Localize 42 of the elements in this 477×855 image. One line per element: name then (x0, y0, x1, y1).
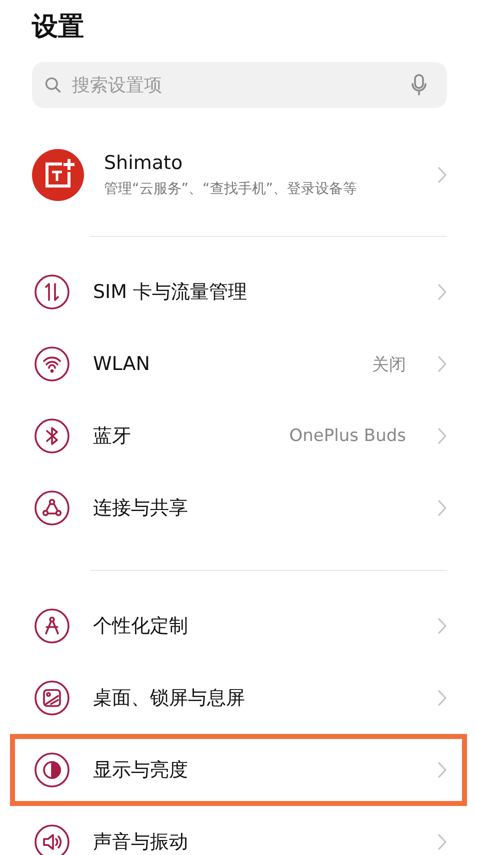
chevron-icon (437, 283, 447, 301)
settings-item[interactable]: SIM 卡与流量管理 (10, 256, 467, 328)
settings-item[interactable]: 连接与共享 (10, 472, 467, 544)
settings-item[interactable]: 桌面、锁屏与息屏 (10, 662, 467, 734)
logo-icon (32, 149, 84, 201)
compass-icon (34, 608, 70, 644)
arrows-icon (34, 274, 70, 310)
item-label: SIM 卡与流量管理 (93, 280, 248, 305)
page-title: 设置 (30, 11, 85, 44)
bluetooth-icon (34, 418, 70, 454)
search-field[interactable]: 搜索设置项 (32, 62, 447, 108)
settings-item[interactable]: 显示与亮度 (10, 734, 467, 806)
chevron-icon (437, 166, 447, 184)
item-value: 关闭 (372, 354, 406, 376)
chevron-icon (437, 355, 447, 373)
settings-item[interactable]: WLAN 关闭 (10, 328, 467, 400)
item-label: 声音与振动 (93, 830, 189, 855)
image-icon (34, 680, 70, 716)
item-label: 连接与共享 (93, 496, 189, 521)
item-label: 显示与亮度 (93, 758, 189, 783)
item-label: WLAN (93, 353, 152, 375)
settings-item[interactable]: 个性化定制 (10, 590, 467, 662)
contrast-icon (34, 752, 70, 788)
item-label: 蓝牙 (93, 424, 132, 449)
item-value: OnePlus Buds (289, 426, 406, 446)
wifi-icon (34, 346, 70, 382)
chevron-icon (437, 689, 447, 707)
speaker-icon (34, 824, 70, 855)
account-name: Shimato (104, 152, 184, 174)
chevron-icon (437, 499, 447, 517)
chevron-icon (437, 617, 447, 635)
item-label: 个性化定制 (93, 614, 189, 639)
settings-item[interactable]: 蓝牙 OnePlus Buds (10, 400, 467, 472)
chevron-icon (437, 427, 447, 445)
account-item[interactable]: Shimato 管理“云服务”、“查找手机”、登录设备等 (32, 140, 447, 210)
chevron-icon (437, 833, 447, 851)
account-subtitle: 管理“云服务”、“查找手机”、登录设备等 (104, 180, 358, 198)
chevron-icon (437, 761, 447, 779)
item-label: 桌面、锁屏与息屏 (93, 686, 246, 711)
settings-item[interactable]: 声音与振动 (10, 806, 467, 855)
share-icon (34, 490, 70, 526)
microphone-icon[interactable] (411, 73, 427, 97)
